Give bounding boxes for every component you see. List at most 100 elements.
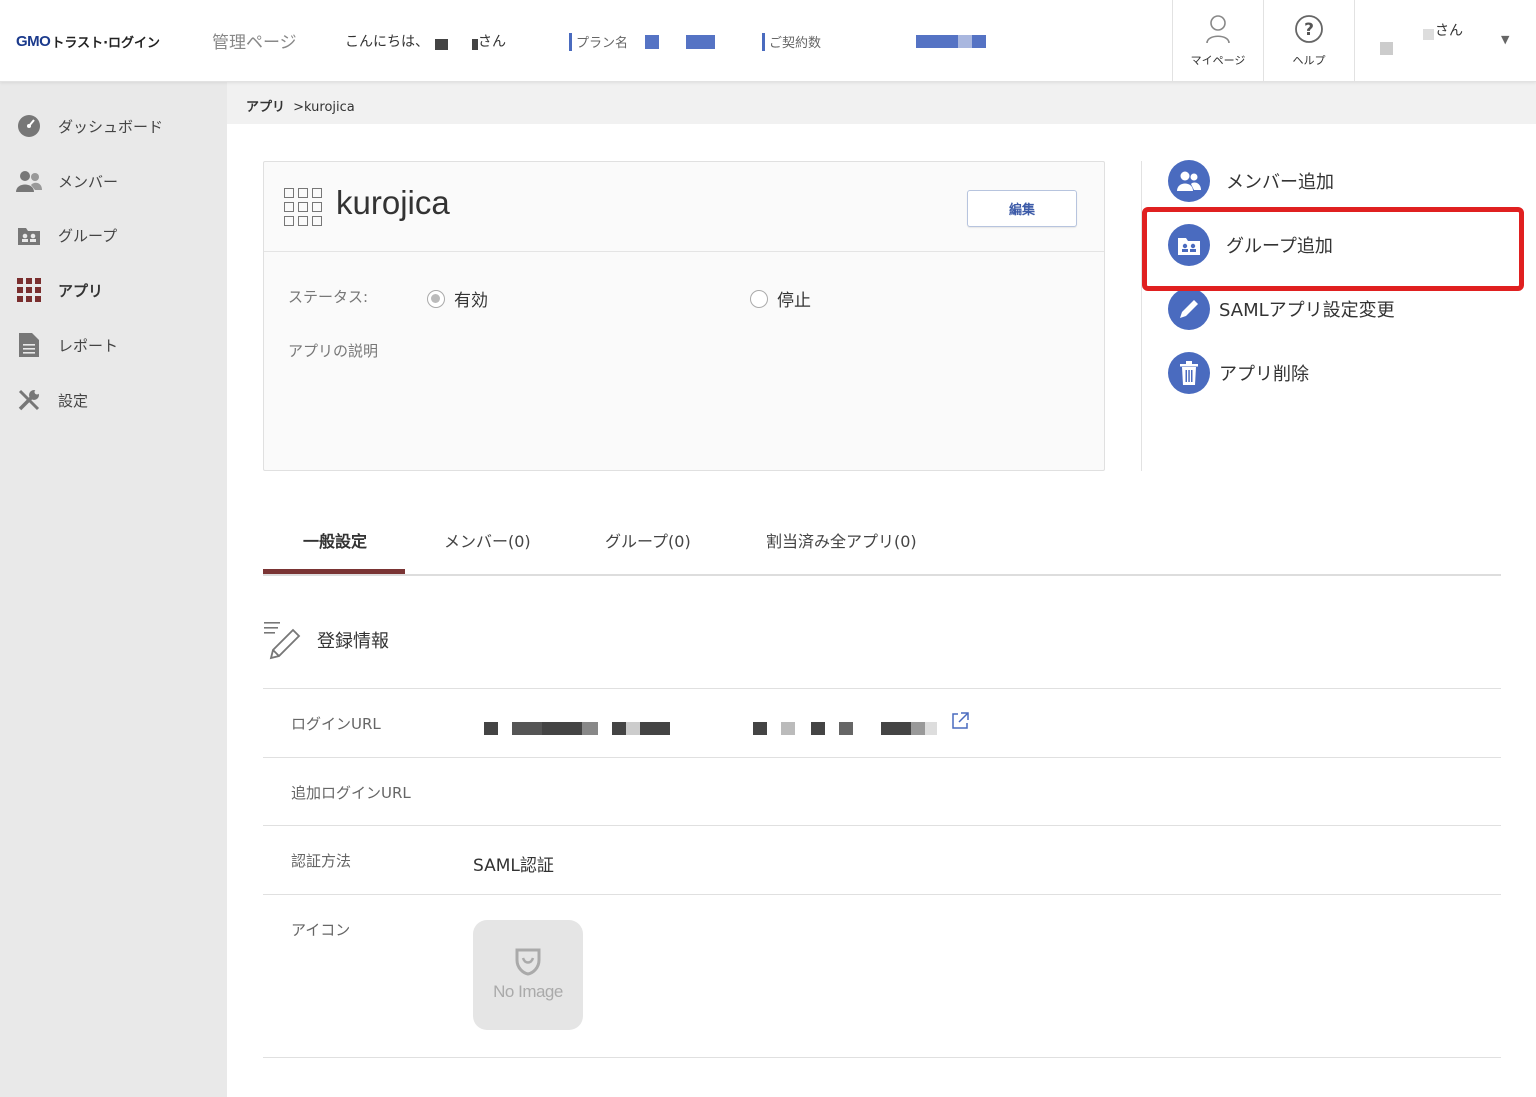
admin-page-title: 管理ページ: [212, 33, 297, 53]
breadcrumb: アプリ >kurojica: [227, 82, 1536, 124]
status-radio-disabled[interactable]: 停止: [750, 286, 811, 311]
trash-icon: [1168, 352, 1210, 394]
mypage-button[interactable]: マイページ: [1172, 0, 1263, 82]
tab-bar: 一般設定 メンバー(0) グループ(0) 割当済み全アプリ(0): [263, 500, 1501, 576]
plan-label: プラン名: [576, 36, 629, 51]
status-radio-enabled[interactable]: 有効: [427, 286, 488, 311]
radio-dot: [750, 289, 768, 308]
description-label: アプリの説明: [288, 342, 379, 360]
edit-note-icon: [264, 622, 301, 660]
redacted-contract: [958, 35, 973, 48]
app-card-header: kurojica 編集: [264, 162, 1104, 252]
active-tab-indicator: [263, 569, 405, 574]
row-login-url: ログインURL: [263, 688, 1501, 757]
row-additional-login-url: 追加ログインURL: [263, 757, 1501, 825]
registration-title: 登録情報: [263, 620, 389, 660]
tab-groups[interactable]: グループ(0): [605, 528, 691, 552]
edit-saml-label: SAMLアプリ設定変更: [1219, 300, 1395, 321]
login-url-label: ログインURL: [291, 715, 381, 733]
add-member-action[interactable]: メンバー追加: [1168, 160, 1334, 202]
redacted-plan: [686, 34, 716, 49]
shield-logo-icon: [515, 948, 541, 976]
sidebar-item-reports[interactable]: レポート: [16, 330, 216, 360]
sidebar-item-label: アプリ: [58, 281, 104, 300]
status-enabled-label: 有効: [454, 291, 488, 311]
user-menu[interactable]: さん ▼: [1354, 0, 1536, 82]
icon-label: アイコン: [291, 921, 351, 939]
sidebar-item-settings[interactable]: 設定: [16, 385, 216, 415]
redacted-contract: [972, 35, 987, 48]
sidebar-item-groups[interactable]: グループ: [16, 220, 216, 250]
edit-saml-action[interactable]: SAMLアプリ設定変更: [1168, 288, 1395, 330]
tab-general[interactable]: 一般設定: [303, 528, 367, 552]
row-auth-method: 認証方法 SAML認証: [263, 825, 1501, 894]
svg-text:?: ?: [1304, 20, 1314, 40]
apps-grid-icon: [16, 277, 42, 303]
sidebar-item-label: メンバー: [58, 172, 119, 191]
radio-dot-checked: [427, 289, 445, 308]
sidebar-item-apps[interactable]: アプリ: [16, 275, 216, 305]
sidebar-item-dashboard[interactable]: ダッシュボード: [16, 111, 216, 141]
add-member-label: メンバー追加: [1226, 172, 1334, 193]
app-grid-icon: [284, 188, 322, 226]
greeting: こんにちは、 さん: [345, 31, 506, 51]
plan-divider: [569, 32, 572, 51]
redacted-name: [435, 38, 448, 50]
logo[interactable]: GMO トラスト·ログイン: [16, 30, 160, 52]
mypage-label: マイページ: [1190, 54, 1246, 67]
actions-divider: [1141, 161, 1142, 471]
redacted-user: [1380, 42, 1393, 55]
row-icon: アイコン No Image: [263, 894, 1501, 1057]
edit-button[interactable]: 編集: [967, 190, 1077, 227]
status-disabled-label: 停止: [777, 291, 811, 311]
external-link-icon[interactable]: [950, 711, 970, 731]
greeting-suffix: さん: [478, 34, 506, 50]
greeting-prefix: こんにちは、: [345, 34, 429, 50]
tab-assigned-apps[interactable]: 割当済み全アプリ(0): [766, 528, 917, 552]
redacted-login-url: [484, 722, 974, 735]
app-card: kurojica 編集 ステータス: 有効 停止 アプリの説明: [263, 161, 1105, 471]
redacted-contract: [916, 35, 959, 48]
sidebar-item-label: 設定: [58, 391, 89, 410]
plan-info: プラン名: [569, 32, 716, 51]
breadcrumb-current: >kurojica: [293, 100, 355, 115]
breadcrumb-parent[interactable]: アプリ: [246, 100, 285, 115]
pencil-icon: [1168, 288, 1210, 330]
redacted-plan: [645, 34, 660, 49]
add-member-icon: [1168, 160, 1210, 202]
sidebar-item-label: レポート: [58, 336, 119, 355]
delete-app-label: アプリ削除: [1219, 364, 1309, 385]
report-icon: [16, 332, 42, 358]
additional-login-url-label: 追加ログインURL: [291, 784, 411, 802]
help-label: ヘルプ: [1292, 54, 1326, 67]
delete-app-action[interactable]: アプリ削除: [1168, 352, 1309, 394]
members-icon: [16, 168, 42, 194]
chevron-down-icon: ▼: [1501, 33, 1510, 46]
logo-text: トラスト·ログイン: [51, 35, 161, 51]
contract-label: ご契約数: [769, 36, 822, 51]
app-name: kurojica: [336, 184, 450, 221]
logo-brand: GMO: [16, 32, 51, 50]
section-bottom-divider: [263, 1057, 1501, 1058]
sidebar-item-label: ダッシュボード: [58, 117, 164, 136]
contract-info: ご契約数: [762, 32, 987, 51]
contract-divider: [762, 32, 765, 51]
help-icon: ?: [1295, 15, 1323, 43]
sidebar: ダッシュボード メンバー グループ アプリ レポート 設定: [0, 82, 227, 1097]
no-image-placeholder: No Image: [473, 920, 583, 1030]
top-header: GMO トラスト·ログイン 管理ページ こんにちは、 さん プラン名 ご契約数 …: [0, 0, 1536, 82]
registration-title-label: 登録情報: [317, 631, 389, 652]
settings-tools-icon: [16, 387, 42, 413]
user-suffix: さん: [1435, 23, 1463, 39]
dashboard-icon: [16, 113, 42, 139]
no-image-text: No Image: [493, 982, 563, 1001]
tab-members[interactable]: メンバー(0): [444, 528, 531, 552]
help-button[interactable]: ? ヘルプ: [1263, 0, 1354, 82]
redacted-user: [1423, 29, 1434, 40]
auth-method-label: 認証方法: [291, 852, 352, 870]
status-label: ステータス:: [288, 288, 369, 306]
sidebar-item-members[interactable]: メンバー: [16, 166, 216, 196]
auth-method-value: SAML認証: [473, 856, 554, 876]
sidebar-item-label: グループ: [58, 226, 118, 245]
group-icon: [16, 222, 42, 248]
